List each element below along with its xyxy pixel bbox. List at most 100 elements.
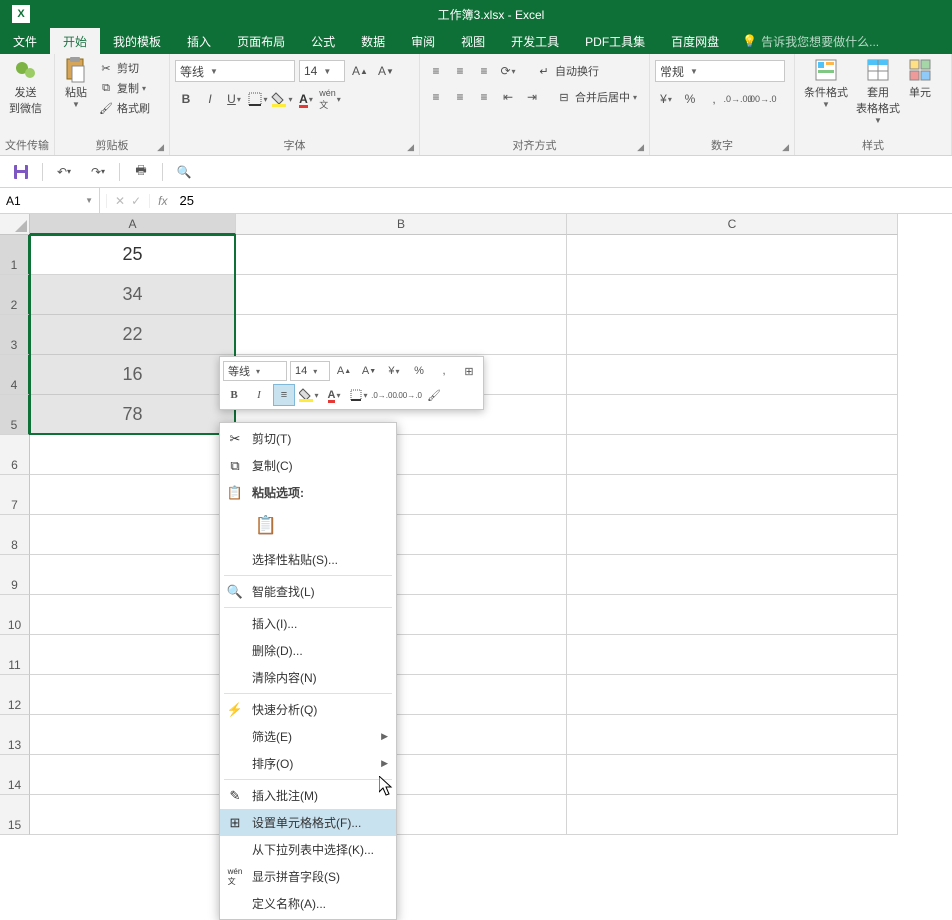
row-header[interactable]: 8: [0, 515, 30, 555]
ctx-smart-lookup[interactable]: 🔍智能查找(L): [220, 578, 396, 605]
decrease-decimal-button[interactable]: .00→.0: [751, 88, 773, 110]
cell[interactable]: [567, 595, 898, 635]
cell[interactable]: [236, 235, 567, 275]
phonetic-button[interactable]: wén文▾: [319, 88, 341, 110]
select-all-corner[interactable]: [0, 214, 30, 235]
cell[interactable]: [567, 515, 898, 555]
cell[interactable]: [30, 795, 236, 835]
mini-percent-button[interactable]: %: [408, 360, 430, 382]
wrap-text-button[interactable]: ↵自动换行: [533, 61, 602, 81]
decrease-font-button[interactable]: A▼: [375, 60, 397, 82]
font-size-combo[interactable]: 14▼: [299, 60, 345, 82]
italic-button[interactable]: I: [199, 88, 221, 110]
row-header[interactable]: 1: [0, 235, 30, 275]
tab-data[interactable]: 数据: [348, 28, 398, 54]
number-launcher[interactable]: ◢: [782, 142, 789, 153]
tab-dev[interactable]: 开发工具: [498, 28, 572, 54]
merge-center-button[interactable]: ⊟合并后居中▾: [553, 87, 640, 107]
underline-button[interactable]: U▾: [223, 88, 245, 110]
ctx-paste-special[interactable]: 选择性粘贴(S)...: [220, 546, 396, 573]
cell[interactable]: [30, 515, 236, 555]
cell[interactable]: 78: [30, 395, 236, 435]
cell[interactable]: [567, 235, 898, 275]
format-painter-button[interactable]: 🖌格式刷: [95, 98, 153, 118]
cell[interactable]: [567, 635, 898, 675]
tab-layout[interactable]: 页面布局: [224, 28, 298, 54]
redo-button[interactable]: ↷▾: [85, 161, 111, 183]
tab-formulas[interactable]: 公式: [298, 28, 348, 54]
cell[interactable]: [567, 555, 898, 595]
mini-decrease-decimal-button[interactable]: .00→.0: [398, 384, 420, 406]
orientation-button[interactable]: ⟳▾: [497, 60, 519, 82]
cell[interactable]: [567, 675, 898, 715]
tab-templates[interactable]: 我的模板: [100, 28, 174, 54]
mini-italic-button[interactable]: I: [248, 384, 270, 406]
align-right-button[interactable]: ≡: [473, 86, 495, 108]
undo-button[interactable]: ↶▾: [51, 161, 77, 183]
cell[interactable]: [567, 355, 898, 395]
mini-increase-font[interactable]: A▲: [333, 360, 355, 382]
align-launcher[interactable]: ◢: [637, 142, 644, 153]
column-header[interactable]: A: [30, 214, 236, 235]
ctx-delete[interactable]: 删除(D)...: [220, 637, 396, 664]
mini-font-color-button[interactable]: A▾: [323, 384, 345, 406]
cell[interactable]: 34: [30, 275, 236, 315]
row-header[interactable]: 3: [0, 315, 30, 355]
ctx-sort[interactable]: 排序(O)▶: [220, 750, 396, 777]
tell-me[interactable]: 💡 告诉我您想要做什么...: [732, 28, 889, 54]
save-button[interactable]: [8, 161, 34, 183]
fill-color-button[interactable]: ▾: [271, 88, 293, 110]
mini-align-center-button[interactable]: ≡: [273, 384, 295, 406]
align-left-button[interactable]: ≡: [425, 86, 447, 108]
mini-comma-button[interactable]: ,: [433, 360, 455, 382]
worksheet[interactable]: ABC 123456789101112131415 2534221678: [0, 214, 952, 835]
ctx-format-cells[interactable]: ⊞设置单元格格式(F)...: [220, 809, 396, 836]
cell[interactable]: [567, 435, 898, 475]
mini-size-combo[interactable]: 14▾: [290, 361, 330, 381]
cell[interactable]: [567, 715, 898, 755]
mini-format-cells-button[interactable]: ⊞: [458, 360, 480, 382]
mini-increase-decimal-button[interactable]: .0→.00: [373, 384, 395, 406]
enter-formula-icon[interactable]: ✓: [131, 194, 141, 208]
column-header[interactable]: B: [236, 214, 567, 235]
cell-styles-button[interactable]: 单元: [904, 56, 936, 102]
table-format-button[interactable]: 套用 表格格式▼: [852, 56, 904, 127]
ctx-paste-default[interactable]: 📋: [252, 510, 280, 540]
cell[interactable]: [30, 475, 236, 515]
tab-view[interactable]: 视图: [448, 28, 498, 54]
mini-accounting-button[interactable]: ¥▾: [383, 360, 405, 382]
font-name-combo[interactable]: 等线▼: [175, 60, 295, 82]
send-to-wechat-button[interactable]: 发送 到微信: [5, 56, 46, 118]
ctx-dropdown-list[interactable]: 从下拉列表中选择(K)...: [220, 836, 396, 863]
cell[interactable]: [30, 435, 236, 475]
formula-input[interactable]: [175, 191, 946, 210]
cell[interactable]: [567, 475, 898, 515]
row-header[interactable]: 6: [0, 435, 30, 475]
ctx-phonetic[interactable]: wén文显示拼音字段(S): [220, 863, 396, 890]
tab-insert[interactable]: 插入: [174, 28, 224, 54]
mini-format-painter-button[interactable]: 🖌: [423, 384, 445, 406]
align-middle-button[interactable]: ≡: [449, 60, 471, 82]
clipboard-launcher[interactable]: ◢: [157, 142, 164, 153]
row-header[interactable]: 2: [0, 275, 30, 315]
mini-bold-button[interactable]: B: [223, 384, 245, 406]
row-header[interactable]: 15: [0, 795, 30, 835]
row-header[interactable]: 14: [0, 755, 30, 795]
row-header[interactable]: 5: [0, 395, 30, 435]
cell[interactable]: [30, 555, 236, 595]
cell[interactable]: [567, 315, 898, 355]
align-top-button[interactable]: ≡: [425, 60, 447, 82]
indent-decrease-button[interactable]: ⇤: [497, 86, 519, 108]
row-header[interactable]: 10: [0, 595, 30, 635]
comma-button[interactable]: ,: [703, 88, 725, 110]
ctx-quick-analysis[interactable]: ⚡快速分析(Q): [220, 696, 396, 723]
cell[interactable]: [30, 675, 236, 715]
row-header[interactable]: 11: [0, 635, 30, 675]
row-header[interactable]: 12: [0, 675, 30, 715]
row-header[interactable]: 7: [0, 475, 30, 515]
cell[interactable]: 22: [30, 315, 236, 355]
tab-baidu[interactable]: 百度网盘: [658, 28, 732, 54]
align-bottom-button[interactable]: ≡: [473, 60, 495, 82]
cell[interactable]: [567, 395, 898, 435]
ctx-clear[interactable]: 清除内容(N): [220, 664, 396, 691]
